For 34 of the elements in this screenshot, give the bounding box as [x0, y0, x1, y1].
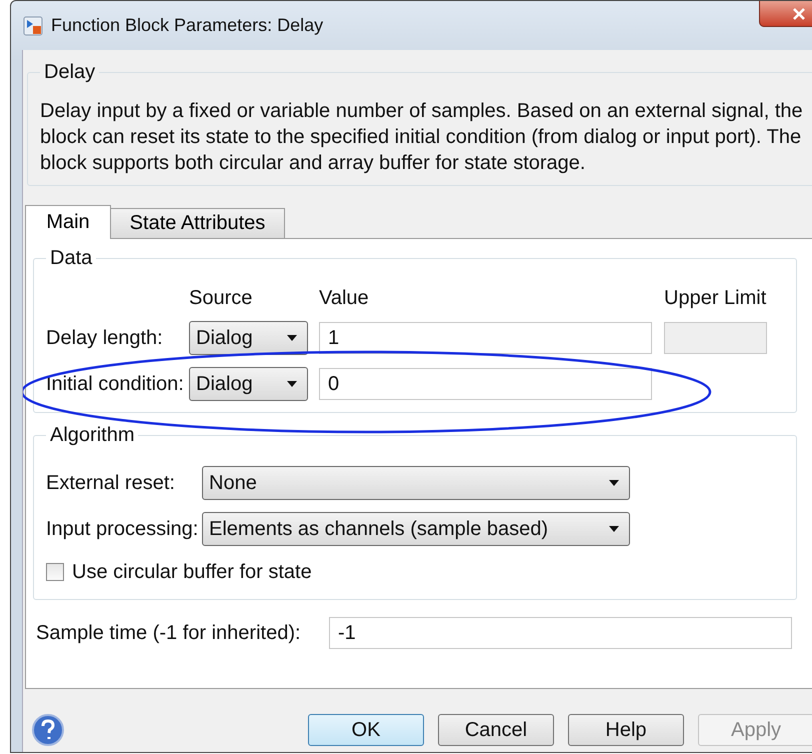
field-label: External reset:: [46, 472, 176, 494]
checkbox-label: Use circular buffer for state: [72, 560, 312, 584]
caret-icon: [609, 480, 619, 486]
column-header: Value: [319, 286, 370, 310]
help-icon[interactable]: [31, 713, 65, 747]
sample-time-field[interactable]: -1: [329, 617, 792, 649]
tab[interactable]: Main: [25, 205, 111, 239]
group-title: Data: [49, 247, 94, 269]
caret-icon: [287, 335, 297, 341]
caret-icon: [609, 526, 619, 532]
dropdown[interactable]: Elements as channels (sample based): [202, 512, 630, 546]
column-header: Source: [189, 286, 254, 310]
dialog-button[interactable]: OK: [308, 714, 424, 746]
block-description: Delay input by a fixed or variable number of samples. Based on an external signal, the block can reset its state to the specified initial condition (from dialog or input port). The block supports both circular and array buffer for state storage.: [40, 99, 804, 176]
source-dropdown[interactable]: Dialog: [189, 367, 308, 401]
close-icon: [792, 8, 806, 20]
dialog-button[interactable]: Cancel: [438, 714, 554, 746]
window-title: Function Block Parameters: Delay: [51, 15, 324, 36]
group-title: Delay: [43, 61, 96, 83]
group-title: Algorithm: [49, 424, 136, 446]
field-label: Sample time (-1 for inherited):: [36, 622, 302, 644]
dropdown[interactable]: None: [202, 466, 630, 500]
value-field[interactable]: 0: [319, 368, 652, 400]
field-label: Input processing:: [46, 518, 200, 540]
dialog-button[interactable]: Help: [568, 714, 684, 746]
tab[interactable]: State Attributes: [110, 208, 285, 238]
app-icon: [23, 16, 43, 36]
value-field[interactable]: 1: [319, 322, 652, 354]
column-header: Upper Limit: [664, 286, 767, 310]
caret-icon: [287, 381, 297, 387]
checkbox[interactable]: [46, 563, 64, 581]
source-dropdown[interactable]: Dialog: [189, 321, 308, 355]
field-label: Delay length:: [46, 326, 164, 350]
field-label: Initial condition:: [46, 372, 185, 396]
